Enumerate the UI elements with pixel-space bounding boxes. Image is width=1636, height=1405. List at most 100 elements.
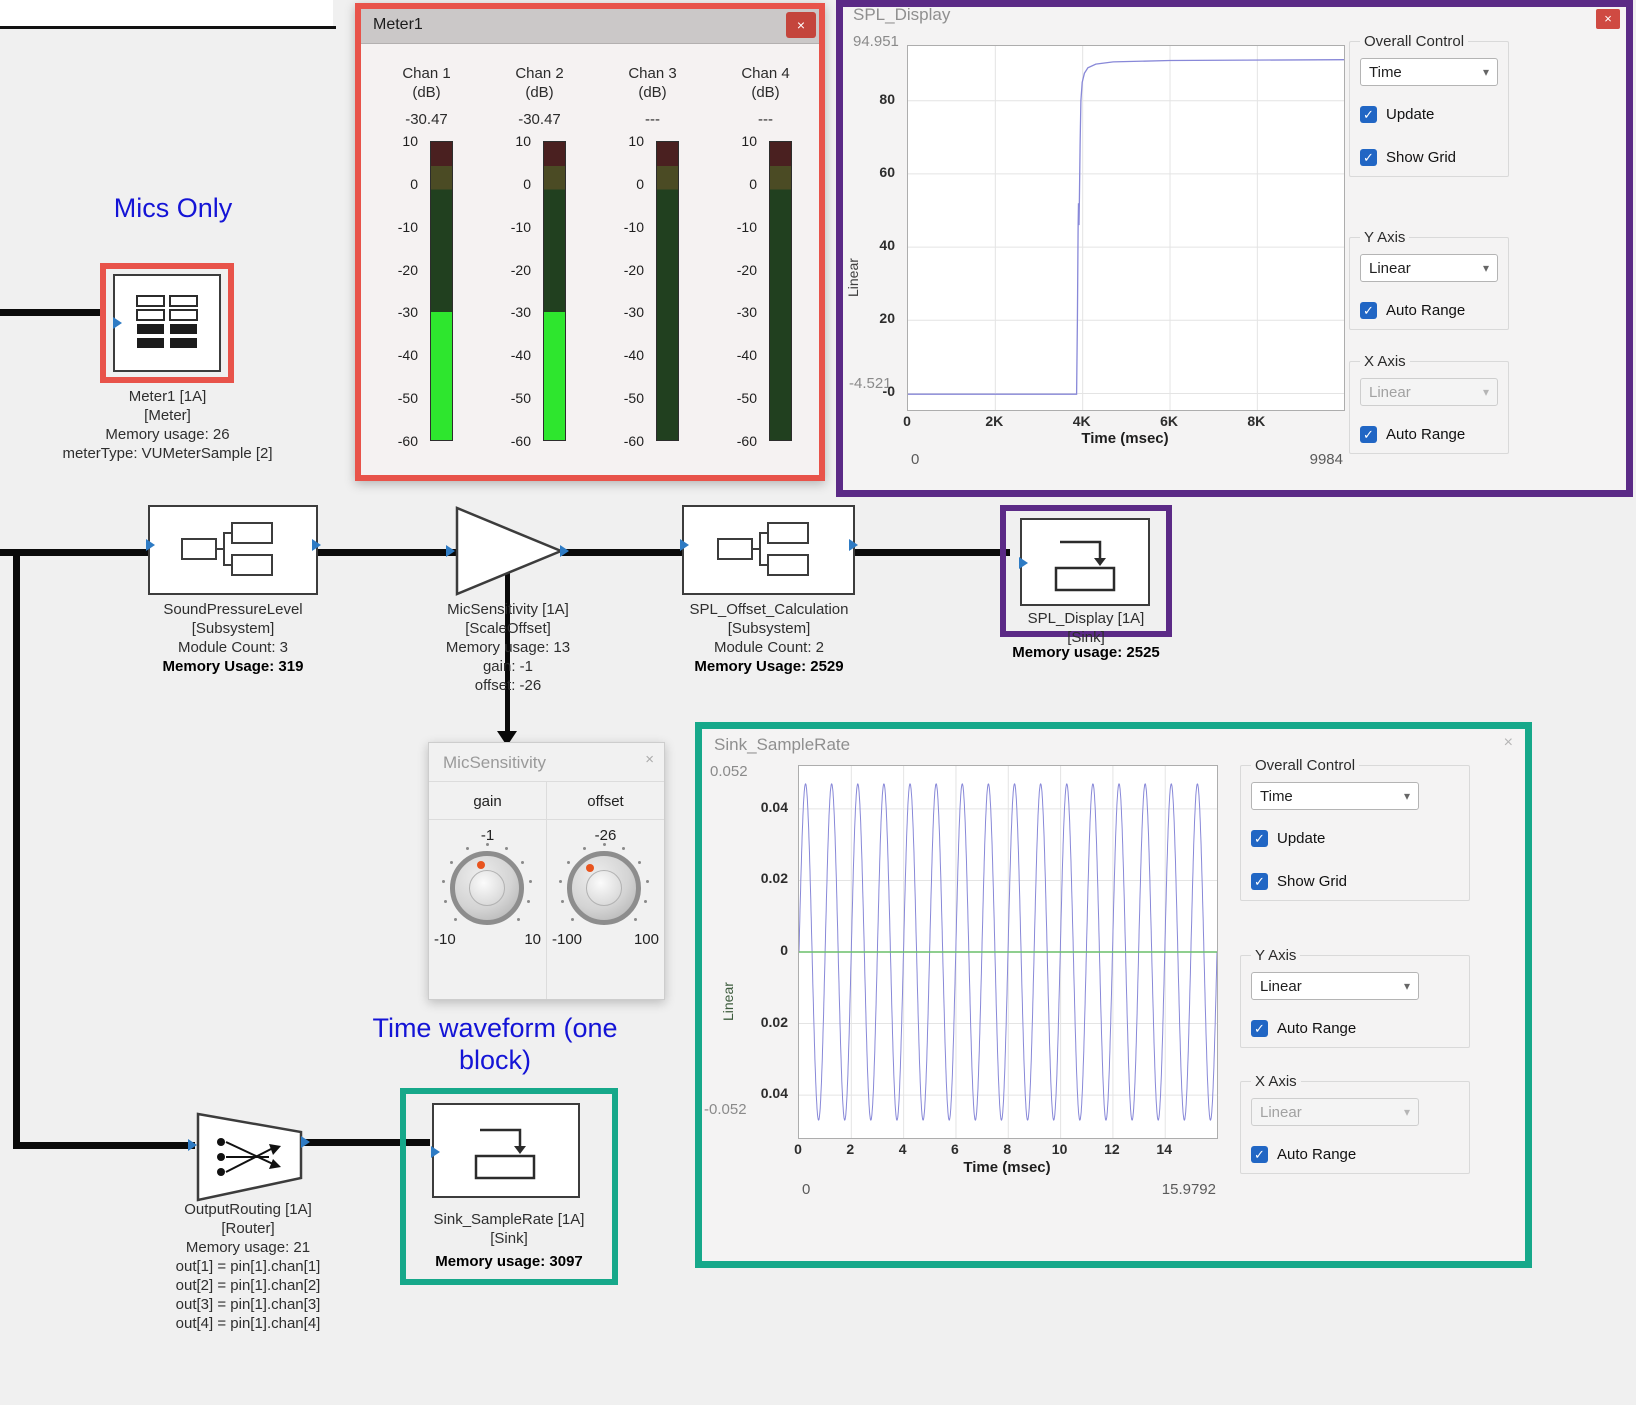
time-dropdown[interactable]: Time ▾ [1251,782,1419,810]
channel-unit: (dB) [596,84,709,101]
close-icon[interactable]: × [1596,9,1620,29]
meter-scale: 100-10-20-30-40-50-60 [596,141,650,441]
annotation-time-waveform: Time waveform (one block) [325,1012,665,1076]
chevron-down-icon: ▾ [1483,65,1489,79]
checkbox-checked-icon[interactable]: ✓ [1360,149,1377,166]
meter-scale: 100-10-20-30-40-50-60 [483,141,537,441]
checkbox-label: Auto Range [1386,302,1465,319]
group-label: Overall Control [1251,757,1359,774]
checkbox-checked-icon[interactable]: ✓ [1360,426,1377,443]
y-scale-dropdown[interactable]: Linear ▾ [1360,254,1498,282]
time-dropdown[interactable]: Time ▾ [1360,58,1498,86]
chevron-down-icon: ▾ [1404,979,1410,993]
y-auto-range-checkbox-row[interactable]: ✓ Auto Range [1251,1020,1459,1037]
checkbox-checked-icon[interactable]: ✓ [1251,1146,1268,1163]
block-type: [ScaleOffset] [413,619,603,638]
knob-min: -100 [552,931,582,948]
knob-tick-dot [454,918,457,921]
x-range-start: 0 [911,451,919,468]
close-icon[interactable]: × [645,751,654,768]
meter-fill [431,312,452,440]
meter1-block[interactable] [113,274,221,372]
checkbox-label: Auto Range [1277,1146,1356,1163]
y-axis-label: Linear [845,157,861,297]
knob-tick-dot [567,861,570,864]
x-scale-dropdown[interactable]: Linear ▾ [1360,378,1498,406]
spl-plot-canvas [908,46,1344,410]
output-routing-block[interactable] [195,1112,305,1202]
knob-tick-dot [527,900,530,903]
group-label: Y Axis [1360,229,1409,246]
divider [546,781,547,999]
input-pin-icon [188,1139,197,1151]
channel-unit: (dB) [370,84,483,101]
output-pin-icon [849,539,858,551]
knob-dial[interactable] [567,851,641,925]
y-auto-range-checkbox-row[interactable]: ✓ Auto Range [1360,302,1498,319]
knob-label-gain: gain [429,793,546,810]
x-range-start: 0 [802,1181,810,1198]
update-checkbox-row[interactable]: ✓ Update [1360,106,1498,123]
sink-samplerate-block[interactable] [432,1103,580,1198]
show-grid-checkbox-row[interactable]: ✓ Show Grid [1360,149,1498,166]
close-icon[interactable]: × [786,12,816,38]
knob-tick-dot [444,900,447,903]
block-routing-2: out[2] = pin[1].chan[2] [148,1276,348,1295]
group-label: Y Axis [1251,947,1300,964]
channel-value: -30.47 [370,111,483,128]
block-name: Sink_SampleRate [1A] [401,1210,617,1229]
close-icon[interactable]: × [1504,734,1513,752]
x-axis-group: X Axis Linear ▾ ✓ Auto Range [1240,1073,1470,1174]
checkbox-label: Auto Range [1386,426,1465,443]
sink-plot-canvas [799,766,1217,1138]
overall-control-group: Overall Control Time ▾ ✓ Update ✓ Show G… [1240,757,1470,901]
block-info: Module Count: 3 [123,638,343,657]
output-pin-icon [560,545,569,557]
x-scale-dropdown[interactable]: Linear ▾ [1251,1098,1419,1126]
x-auto-range-checkbox-row[interactable]: ✓ Auto Range [1360,426,1498,443]
knob-tick-dot [571,918,574,921]
checkbox-checked-icon[interactable]: ✓ [1360,302,1377,319]
block-info: meterType: VUMeterSample [2] [50,444,285,463]
window-title: SPL_Display [853,5,950,25]
block-type: [Meter] [50,406,285,425]
knob-tick-dot [646,880,649,883]
wire-micsens-to-offset [562,549,682,556]
window-title: Meter1 [373,16,423,34]
knob-tick-dot [561,900,564,903]
dropdown-value: Linear [1369,260,1411,277]
knob-tick-dot [529,880,532,883]
meter-scale: 100-10-20-30-40-50-60 [709,141,763,441]
y-scale-dropdown[interactable]: Linear ▾ [1251,972,1419,1000]
spl-display-block[interactable] [1020,518,1150,606]
checkbox-checked-icon[interactable]: ✓ [1360,106,1377,123]
spl-display-window: SPL_Display × 94.951 -4.521 Linear 80604… [836,0,1633,497]
block-memory: Memory Usage: 2529 [658,657,880,676]
gain-knob[interactable] [440,841,534,935]
y-axis-group: Y Axis Linear ▾ ✓ Auto Range [1240,947,1470,1048]
channel-value: -30.47 [483,111,596,128]
offset-knob[interactable] [557,841,651,935]
checkbox-checked-icon[interactable]: ✓ [1251,830,1268,847]
channel-name: Chan 4 [709,65,822,82]
block-name: SPL_Display [1A] [996,609,1176,628]
spl-offset-calculation-block[interactable] [682,505,855,595]
sound-pressure-level-block[interactable] [148,505,318,595]
x-auto-range-checkbox-row[interactable]: ✓ Auto Range [1251,1146,1459,1163]
block-routing-3: out[3] = pin[1].chan[3] [148,1295,348,1314]
chevron-down-icon: ▾ [1404,1105,1410,1119]
update-checkbox-row[interactable]: ✓ Update [1251,830,1459,847]
channel-value: --- [709,111,822,128]
checkbox-checked-icon[interactable]: ✓ [1251,1020,1268,1037]
y-tick-labels: 0.040.0200.020.04 [758,765,794,1137]
meter1-window-titlebar[interactable]: Meter1 × [361,9,819,44]
show-grid-checkbox-row[interactable]: ✓ Show Grid [1251,873,1459,890]
y-tick-labels: 80604020-0 [863,45,901,409]
meter1-block-caption: Meter1 [1A] [Meter] Memory usage: 26 met… [50,387,285,463]
checkbox-checked-icon[interactable]: ✓ [1251,873,1268,890]
meter1-block-highlight [100,263,234,383]
block-type: [Router] [148,1219,348,1238]
mic-sensitivity-block[interactable] [453,505,565,597]
input-pin-icon [146,539,155,551]
knob-dial[interactable] [450,851,524,925]
